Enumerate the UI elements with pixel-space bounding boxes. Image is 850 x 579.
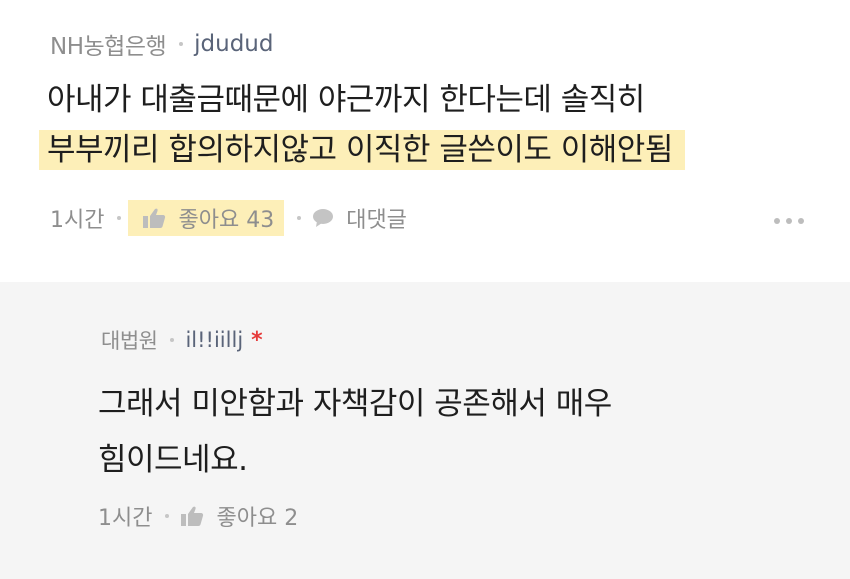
author-nickname[interactable]: il!!iillj: [185, 328, 243, 352]
comment-line-highlighted: 부부끼리 합의하지않고 이직한 글쓴이도 이해안됨: [39, 130, 685, 170]
reply-time: 1시간: [98, 506, 153, 531]
thumbs-up-icon: [181, 506, 204, 526]
thumbs-up-icon: [143, 208, 166, 228]
comment-line: 아내가 대출금때문에 야근까지 한다는데 솔직히: [47, 82, 645, 118]
like-count-label: 좋아요 43: [178, 208, 275, 233]
author-nickname[interactable]: jdudud: [194, 31, 273, 57]
reply-meta: 대법원 il!!iillj *: [101, 325, 263, 355]
reply-line: 힘이드네요.: [98, 442, 248, 478]
comment-actions: 1시간 좋아요 43 대댓글: [50, 200, 407, 236]
like-button[interactable]: 좋아요 2: [180, 500, 298, 532]
reply-card: 대법원 il!!iillj * 그래서 미안함과 자책감이 공존해서 매우 힘이…: [0, 282, 850, 579]
separator-dot: [165, 514, 170, 518]
comment-time: 1시간: [50, 208, 105, 233]
original-poster-mark: *: [251, 327, 263, 353]
comment-meta: NH농협은행 jdudud: [50, 27, 273, 61]
reply-line: 그래서 미안함과 자책감이 공존해서 매우: [98, 386, 612, 422]
separator-dot: [170, 338, 175, 342]
comment-card: NH농협은행 jdudud 아내가 대출금때문에 야근까지 한다는데 솔직히 부…: [0, 0, 850, 282]
separator-dot: [117, 216, 122, 220]
reply-body: 그래서 미안함과 자책감이 공존해서 매우 힘이드네요.: [98, 376, 612, 488]
reply-label: 대댓글: [346, 208, 407, 233]
like-button[interactable]: 좋아요 43: [128, 200, 285, 236]
separator-dot: [179, 42, 184, 46]
author-company: 대법원: [101, 329, 158, 353]
reply-actions: 1시간 좋아요 2: [98, 500, 298, 532]
author-company: NH농협은행: [50, 34, 167, 60]
separator-dot: [297, 216, 302, 220]
more-options-icon[interactable]: [774, 218, 804, 224]
speech-bubble-icon: [313, 209, 334, 227]
like-count-label: 좋아요 2: [216, 506, 299, 531]
reply-button[interactable]: 대댓글: [312, 202, 407, 234]
comment-body: 아내가 대출금때문에 야근까지 한다는데 솔직히 부부끼리 합의하지않고 이직한…: [39, 75, 685, 175]
